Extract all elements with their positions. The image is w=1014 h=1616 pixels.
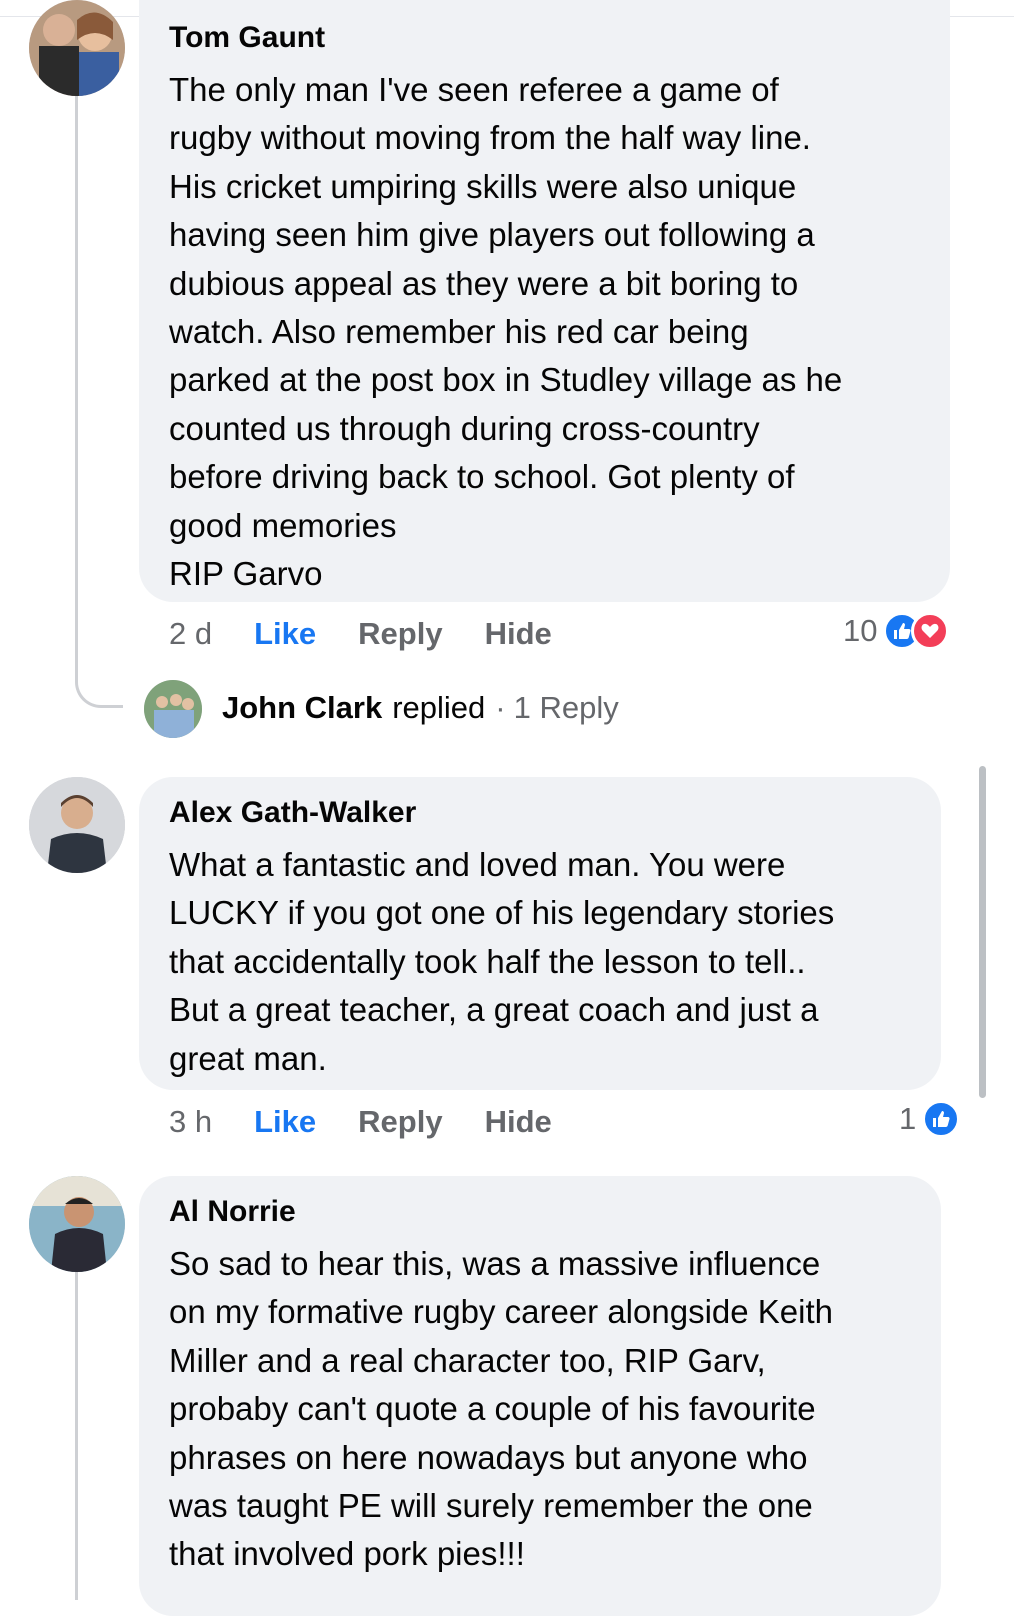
like-icon	[922, 1100, 961, 1138]
hide-button[interactable]: Hide	[485, 1104, 552, 1140]
view-replies-link[interactable]: John Clark replied · 1 Reply	[222, 688, 619, 728]
comment-author[interactable]: Tom Gaunt	[169, 20, 920, 56]
reaction-count: 10	[843, 613, 878, 648]
hide-button[interactable]: Hide	[485, 616, 552, 652]
like-button[interactable]: Like	[254, 616, 316, 652]
avatar-photo	[144, 680, 202, 738]
comment-text: What a fantastic and loved man. You were…	[169, 846, 835, 1077]
reply-button[interactable]: Reply	[358, 616, 442, 652]
avatar-al-norrie[interactable]	[29, 1176, 125, 1272]
reply-separator: ·	[495, 690, 506, 725]
reply-author[interactable]: John Clark	[222, 690, 382, 726]
love-icon	[911, 612, 950, 650]
thread-line	[75, 96, 78, 676]
avatar-photo	[29, 1176, 125, 1272]
thread-connector	[75, 676, 123, 708]
reaction-summary[interactable]: 10	[843, 612, 950, 650]
comment-bubble: Al Norrie So sad to hear this, was a mas…	[139, 1176, 941, 1616]
comment-author[interactable]: Al Norrie	[169, 1194, 911, 1230]
comment-actions: 3 h Like Reply Hide	[169, 1102, 594, 1142]
comment-time[interactable]: 2 d	[169, 616, 212, 652]
scrollbar[interactable]	[979, 766, 986, 1098]
comment-bubble: Tom Gaunt The only man I've seen referee…	[139, 0, 950, 602]
avatar-photo	[29, 777, 125, 873]
comment-actions: 2 d Like Reply Hide	[169, 614, 594, 654]
reaction-summary[interactable]: 1	[899, 1100, 961, 1138]
reply-button[interactable]: Reply	[358, 1104, 442, 1140]
reply-verb: replied	[392, 690, 486, 725]
comment-bubble: Alex Gath-Walker What a fantastic and lo…	[139, 777, 941, 1090]
avatar-alex-gath-walker[interactable]	[29, 777, 125, 873]
reaction-count: 1	[899, 1101, 917, 1136]
comment-text: So sad to hear this, was a massive influ…	[169, 1245, 833, 1573]
comment-time[interactable]: 3 h	[169, 1104, 212, 1140]
comment-text: The only man I've seen referee a game of…	[169, 71, 843, 593]
like-button[interactable]: Like	[254, 1104, 316, 1140]
avatar-john-clark[interactable]	[144, 680, 202, 738]
avatar-photo	[29, 0, 125, 96]
comment-author[interactable]: Alex Gath-Walker	[169, 795, 911, 831]
avatar-tom-gaunt[interactable]	[29, 0, 125, 96]
thread-line	[75, 1272, 78, 1600]
reply-count[interactable]: 1 Reply	[514, 690, 619, 726]
